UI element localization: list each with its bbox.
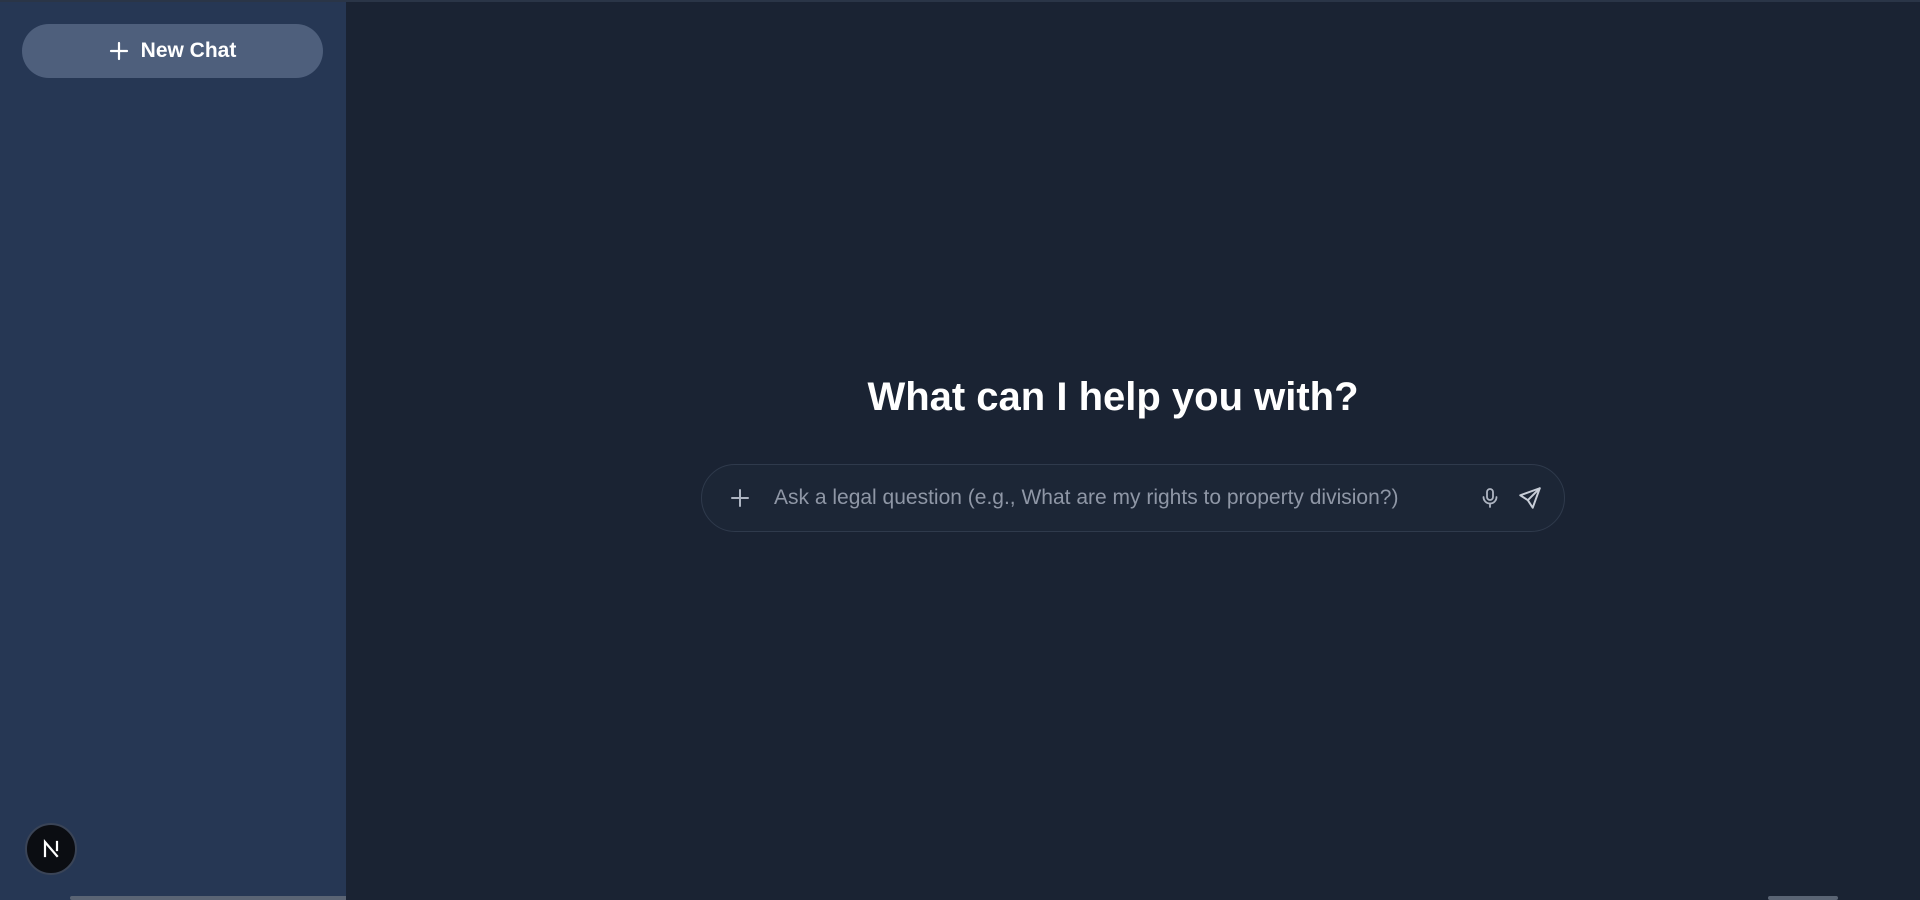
send-button[interactable]: [1510, 478, 1550, 518]
chat-composer: [701, 464, 1565, 532]
attach-button[interactable]: [720, 478, 760, 518]
send-icon: [1519, 487, 1541, 509]
page-title: What can I help you with?: [867, 375, 1359, 419]
plus-icon: [731, 489, 749, 507]
plus-icon: [109, 41, 128, 61]
main-panel: What can I help you with?: [346, 2, 1920, 900]
new-chat-label: New Chat: [140, 39, 237, 62]
brand-logo-icon: [43, 839, 59, 858]
avatar[interactable]: [25, 823, 77, 875]
microphone-icon: [1482, 488, 1498, 508]
chat-input[interactable]: [760, 465, 1470, 531]
app-window: New Chat What can I help you with?: [0, 0, 1920, 900]
horizontal-scrollbar-thumb[interactable]: [1768, 896, 1838, 900]
microphone-button[interactable]: [1470, 478, 1510, 518]
new-chat-button[interactable]: New Chat: [22, 24, 323, 78]
sidebar: New Chat: [0, 2, 504, 900]
